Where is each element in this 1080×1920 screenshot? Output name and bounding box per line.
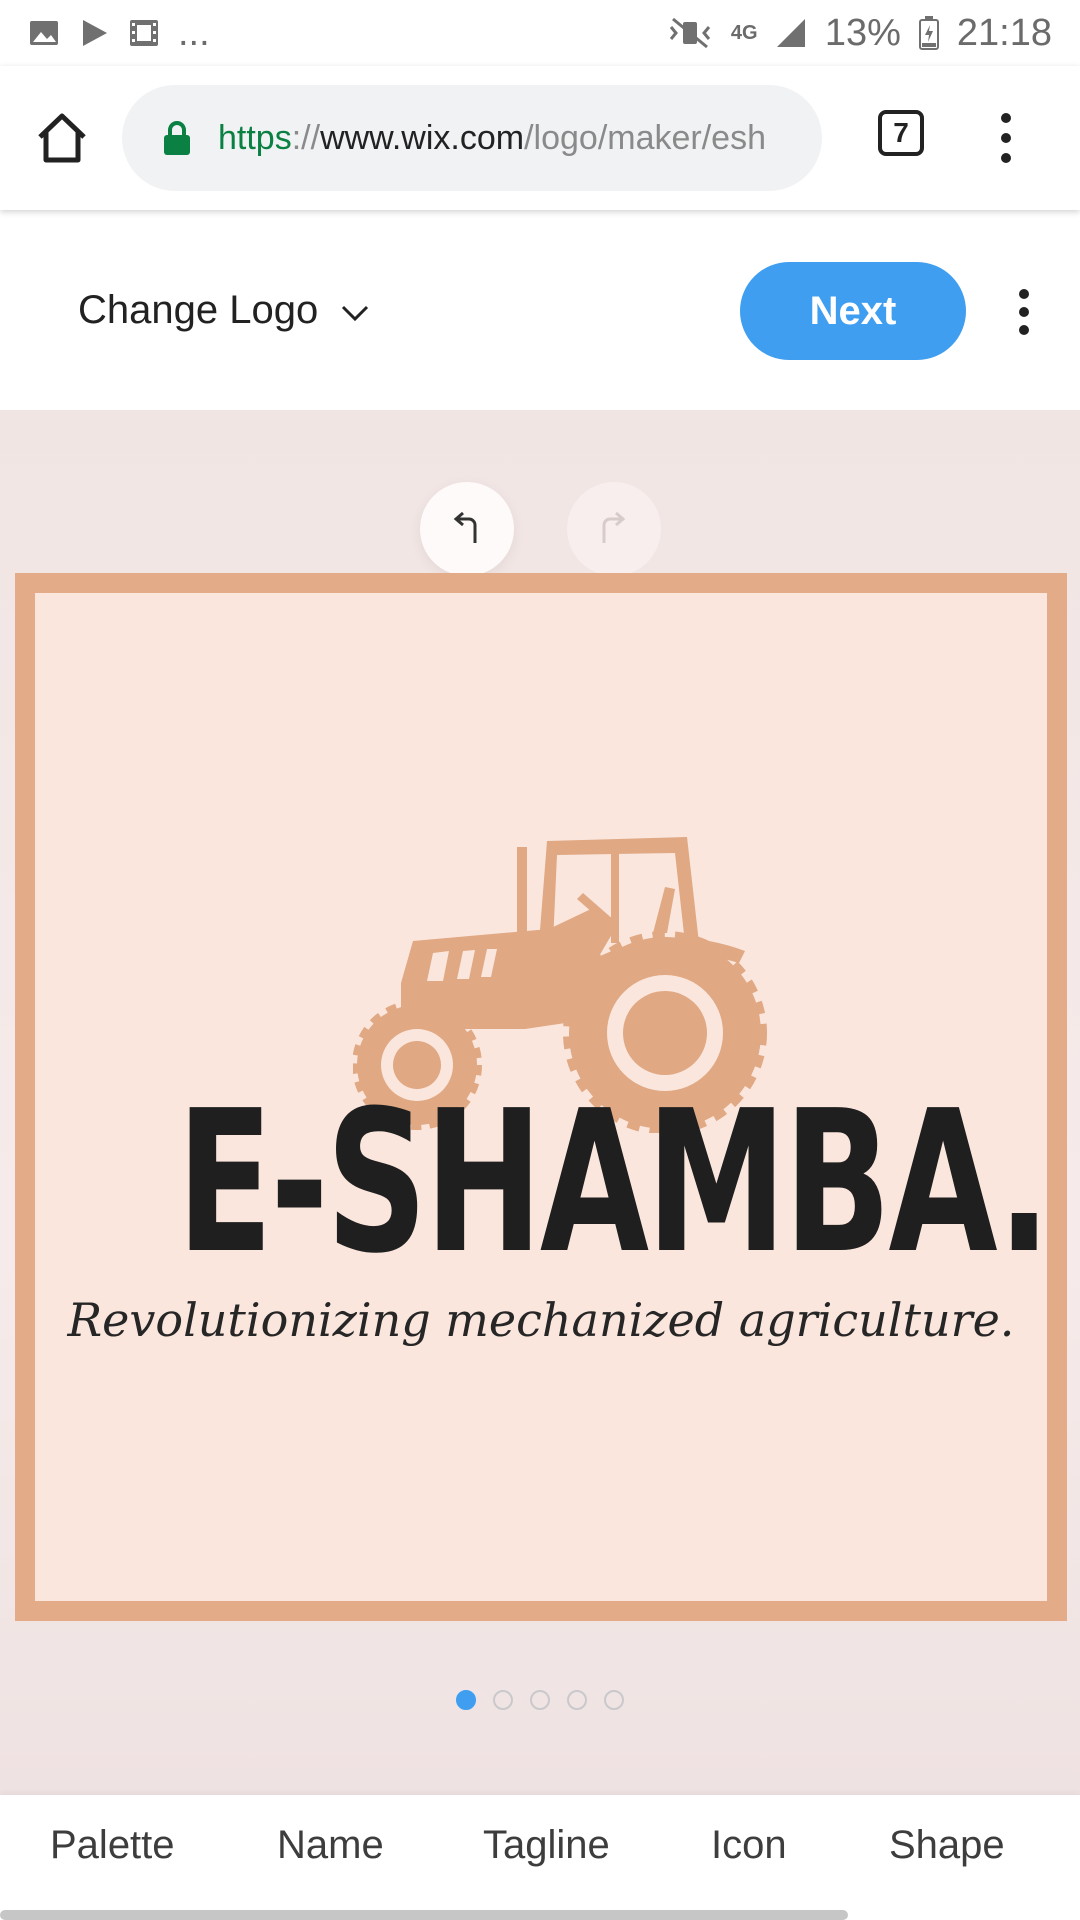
undo-icon (453, 511, 477, 543)
address-bar[interactable]: https://www.wix.com/logo/maker/esh (122, 85, 822, 191)
signal-icon (776, 19, 805, 47)
change-logo-label: Change Logo (78, 287, 319, 332)
browser-toolbar: https://www.wix.com/logo/maker/esh 7 (0, 66, 1080, 210)
chevron-down-icon (342, 305, 369, 322)
status-left: ... (28, 12, 210, 55)
status-overflow: ... (178, 11, 210, 54)
more-options-icon[interactable] (1012, 288, 1036, 336)
home-icon[interactable] (34, 110, 90, 166)
pager-dot[interactable] (604, 1690, 624, 1710)
logo-preview[interactable]: E-SHAMBA. Revolutionizing mechanized agr… (15, 573, 1067, 1621)
tab-scroll-indicator (0, 1910, 848, 1920)
status-right: 4G 13% 21:18 (667, 12, 1052, 55)
browser-menu-icon[interactable] (994, 108, 1018, 168)
undo-button[interactable] (420, 482, 514, 576)
logo-name-text[interactable]: E-SHAMBA. (177, 1085, 1051, 1281)
play-icon (83, 20, 107, 46)
tab-tagline[interactable]: Tagline (483, 1823, 610, 1868)
battery-icon (918, 16, 939, 50)
change-logo-dropdown[interactable]: Change Logo (78, 280, 370, 340)
logo-canvas-area: E-SHAMBA. Revolutionizing mechanized agr… (0, 410, 1080, 1795)
tab-switcher-button[interactable]: 7 (878, 110, 924, 156)
clock: 21:18 (956, 11, 1052, 54)
image-icon (30, 21, 58, 45)
tab-shape[interactable]: Shape (889, 1823, 1005, 1868)
logo-tagline-text[interactable]: Revolutionizing mechanized agriculture. (35, 1293, 1047, 1347)
redo-button[interactable] (567, 482, 661, 576)
tab-icon[interactable]: Icon (711, 1823, 787, 1868)
url-scheme: https (218, 118, 292, 157)
video-icon (130, 20, 158, 46)
url-path: /logo/maker/esh (524, 118, 766, 157)
url-separator: :// (291, 118, 321, 157)
app-header: Change Logo Next (0, 210, 1080, 410)
tab-name[interactable]: Name (277, 1823, 384, 1868)
pager-dot[interactable] (567, 1690, 587, 1710)
pager-dot[interactable] (456, 1690, 476, 1710)
url-host: www.wix.com (320, 118, 525, 157)
redo-icon (602, 511, 626, 543)
status-bar: ... 4G 13% 21:18 (0, 0, 1080, 66)
next-button[interactable]: Next (740, 262, 966, 360)
carousel-pager (456, 1690, 624, 1710)
editor-tab-bar: Palette Name Tagline Icon Shape (0, 1795, 1080, 1920)
tab-palette[interactable]: Palette (50, 1823, 175, 1868)
lock-icon (164, 121, 190, 155)
pager-dot[interactable] (493, 1690, 513, 1710)
url-text: https://www.wix.com/logo/maker/esh (218, 119, 803, 158)
vibrate-mute-icon (669, 17, 710, 49)
network-type: 4G (730, 22, 758, 44)
battery-percent: 13% (824, 11, 901, 54)
pager-dot[interactable] (530, 1690, 550, 1710)
